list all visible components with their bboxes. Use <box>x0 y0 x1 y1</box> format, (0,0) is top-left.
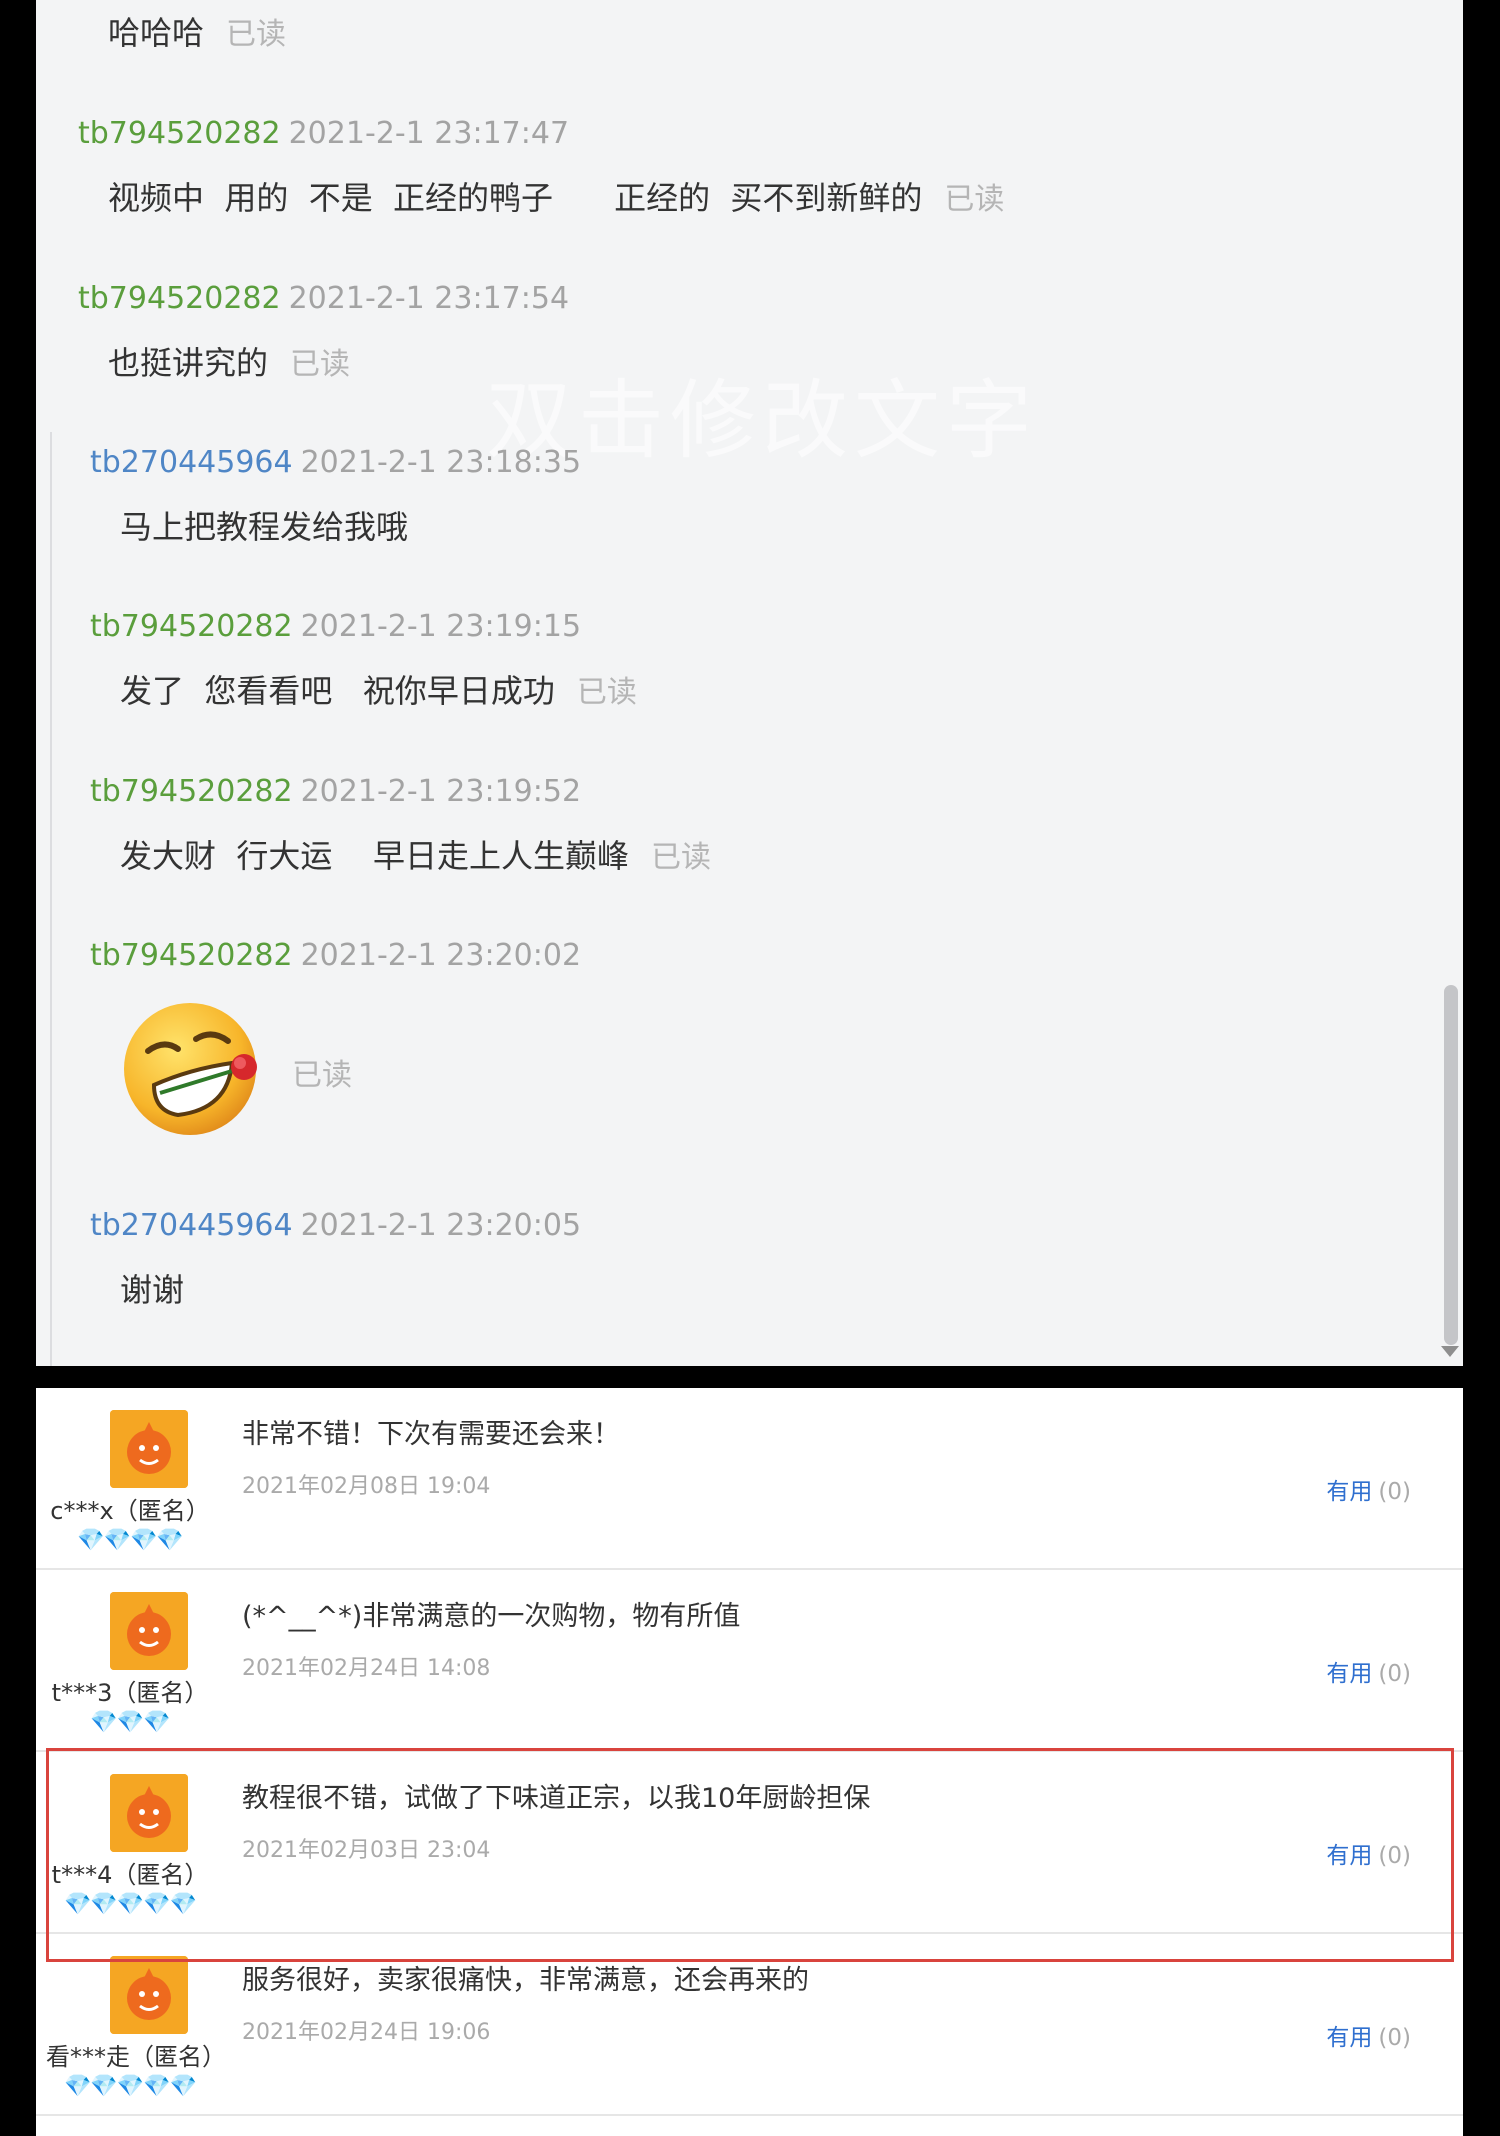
sender-id[interactable]: tb794520282 <box>90 774 293 809</box>
message-text: 马上把教程发给我哦 <box>120 508 409 546</box>
read-status: 已读 <box>290 347 351 382</box>
useful-button[interactable]: 有用 (0) <box>1326 2018 1411 2052</box>
sender-id[interactable]: tb794520282 <box>78 281 281 316</box>
message-time: 2021-2-1 23:19:15 <box>300 609 582 644</box>
sender-id[interactable]: tb794520282 <box>90 938 293 973</box>
read-status: 已读 <box>292 1058 352 1093</box>
message-text: 发了 您看看吧 祝你早日成功 <box>120 672 555 710</box>
useful-label: 有用 <box>1326 1661 1373 1687</box>
chat-message: tb794520282 2021-2-1 23:17:47 视频中 用的 不是 正… <box>78 116 1004 219</box>
read-status: 已读 <box>576 675 637 710</box>
review-date: 2021年02月24日 14:08 <box>242 1656 491 1681</box>
message-time: 2021-2-1 23:17:54 <box>288 281 570 316</box>
message-time: 2021-2-1 23:20:02 <box>300 938 582 973</box>
useful-count: (0) <box>1378 1661 1411 1687</box>
reviewer-name: t***3（匿名） <box>51 1679 209 1707</box>
review-text: 非常不错！下次有需要还会来！ <box>242 1419 620 1450</box>
grinning-rose-emoji-icon <box>124 1003 257 1135</box>
read-status: 已读 <box>651 840 712 875</box>
divider <box>36 2114 1463 2116</box>
reviewer-name: 看***走（匿名） <box>46 2043 226 2071</box>
chat-message: tb794520282 2021-2-1 23:17:54 也挺讲究的 已读 <box>78 281 569 384</box>
review-date: 2021年02月24日 19:06 <box>242 2020 491 2045</box>
review-item: t***3（匿名） 💎💎💎 (*^__^*)非常满意的一次购物，物有所值 202… <box>36 1570 1463 1752</box>
chat-panel: 双击修改文字 哈哈哈 已读 tb794520282 2021-2-1 23:17:4… <box>36 0 1463 1366</box>
message-text: 视频中 用的 不是 正经的鸭子 正经的 买不到新鲜的 <box>108 179 923 217</box>
useful-label: 有用 <box>1326 1479 1373 1505</box>
buyer-level-diamonds-icon: 💎💎💎💎💎 <box>64 2074 197 2099</box>
sender-id[interactable]: tb270445964 <box>90 445 293 480</box>
thread-divider <box>50 432 52 1366</box>
message-time: 2021-2-1 23:20:05 <box>300 1208 582 1243</box>
message-time: 2021-2-1 23:18:35 <box>300 445 582 480</box>
review-text: (*^__^*)非常满意的一次购物，物有所值 <box>242 1601 741 1632</box>
buyer-level-diamonds-icon: 💎💎💎💎 <box>77 1528 184 1553</box>
useful-button[interactable]: 有用 (0) <box>1326 1472 1411 1506</box>
taobao-doll-avatar-icon <box>110 1410 188 1488</box>
useful-count: (0) <box>1378 2025 1411 2051</box>
avatar <box>110 1410 188 1488</box>
chat-message: tb270445964 2021-2-1 23:18:35 马上把教程发给我哦 <box>90 445 581 548</box>
reviewer-name: c***x（匿名） <box>50 1497 210 1525</box>
review-date: 2021年02月08日 19:04 <box>242 1474 491 1499</box>
avatar <box>110 1956 188 2034</box>
chat-message: tb794520282 2021-2-1 23:20:02 <box>90 938 581 973</box>
sender-id[interactable]: tb794520282 <box>78 116 281 151</box>
sender-id[interactable]: tb270445964 <box>90 1208 293 1243</box>
message-text: 哈哈哈 <box>108 14 205 52</box>
review-item: c***x（匿名） 💎💎💎💎 非常不错！下次有需要还会来！ 2021年02月08… <box>36 1388 1463 1570</box>
read-status: 已读 <box>944 182 1005 217</box>
message-time: 2021-2-1 23:19:52 <box>300 774 582 809</box>
avatar <box>110 1592 188 1670</box>
read-status: 已读 <box>226 17 287 52</box>
message-text: 也挺讲究的 <box>108 344 269 382</box>
chat-message: 哈哈哈 已读 <box>108 8 286 54</box>
highlight-box <box>46 1748 1454 1962</box>
chat-message: tb794520282 2021-2-1 23:19:15 发了 您看看吧 祝你早… <box>90 609 637 712</box>
scroll-down-arrow-icon[interactable] <box>1441 1346 1459 1357</box>
taobao-doll-avatar-icon <box>110 1956 188 2034</box>
useful-count: (0) <box>1378 1479 1411 1505</box>
review-text: 服务很好，卖家很痛快，非常满意，还会再来的 <box>242 1965 809 1996</box>
sender-id[interactable]: tb794520282 <box>90 609 293 644</box>
buyer-level-diamonds-icon: 💎💎💎 <box>90 1710 170 1735</box>
useful-label: 有用 <box>1326 2025 1373 2051</box>
message-text: 谢谢 <box>120 1271 185 1309</box>
scrollbar-thumb[interactable] <box>1444 985 1458 1345</box>
taobao-doll-avatar-icon <box>110 1592 188 1670</box>
message-text: 发大财 行大运 早日走上人生巅峰 <box>120 837 630 875</box>
useful-button[interactable]: 有用 (0) <box>1326 1654 1411 1688</box>
chat-message: tb794520282 2021-2-1 23:19:52 发大财 行大运 早日走… <box>90 774 711 877</box>
message-time: 2021-2-1 23:17:47 <box>288 116 570 151</box>
chat-message: tb270445964 2021-2-1 23:20:05 谢谢 <box>90 1208 581 1311</box>
